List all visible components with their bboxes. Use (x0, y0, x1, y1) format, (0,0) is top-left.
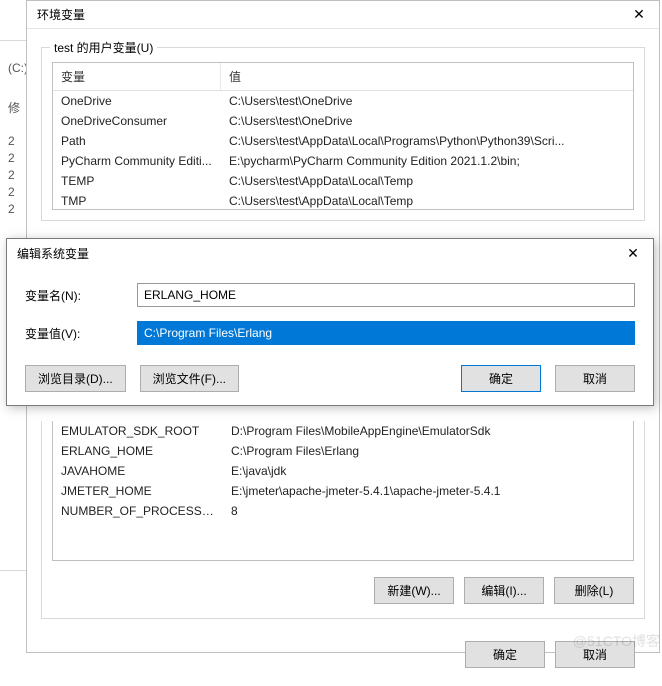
cell-value: E:\java\jdk (223, 461, 633, 481)
new-button[interactable]: 新建(W)... (374, 577, 454, 604)
cell-name: TMP (53, 191, 221, 210)
bg-text: 2 (8, 185, 26, 199)
cell-name: EMULATOR_SDK_ROOT (53, 421, 223, 441)
table-row[interactable]: JAVAHOMEE:\java\jdk (53, 461, 633, 481)
cell-value: C:\Users\test\OneDrive (221, 111, 633, 131)
browse-directory-button[interactable]: 浏览目录(D)... (25, 365, 126, 392)
cell-value: C:\Users\test\AppData\Local\Programs\Pyt… (221, 131, 633, 151)
watermark: @51CTO博客 (573, 631, 660, 651)
cell-name: Path (53, 131, 221, 151)
table-row[interactable]: TMPC:\Users\test\AppData\Local\Temp (53, 191, 633, 210)
bg-text: 2 (8, 134, 26, 148)
cancel-button[interactable]: 取消 (555, 365, 635, 392)
cell-name: NUMBER_OF_PROCESSORS (53, 501, 223, 521)
bg-text: 2 (8, 151, 26, 165)
cell-value: C:\Program Files\Erlang (223, 441, 633, 461)
bg-text: (C:) (8, 61, 26, 75)
table-row[interactable]: NUMBER_OF_PROCESSORS8 (53, 501, 633, 521)
browse-file-button[interactable]: 浏览文件(F)... (140, 365, 239, 392)
edit-system-variable-dialog: 编辑系统变量 ✕ 变量名(N): 变量值(V): 浏览目录(D)... 浏览文件… (6, 238, 654, 406)
variable-name-input[interactable] (137, 283, 635, 307)
column-header-value[interactable]: 值 (221, 63, 633, 90)
cell-value: C:\Users\test\OneDrive (221, 91, 633, 111)
cell-name: PyCharm Community Editi... (53, 151, 221, 171)
variable-value-input[interactable] (137, 321, 635, 345)
cell-value: C:\Users\test\AppData\Local\Temp (221, 171, 633, 191)
close-icon[interactable]: ✕ (613, 239, 653, 267)
table-row[interactable]: ERLANG_HOMEC:\Program Files\Erlang (53, 441, 633, 461)
titlebar[interactable]: 环境变量 ✕ (27, 1, 659, 29)
system-variables-table[interactable]: EMULATOR_SDK_ROOTD:\Program Files\Mobile… (52, 421, 634, 561)
table-row[interactable]: OneDriveConsumerC:\Users\test\OneDrive (53, 111, 633, 131)
variable-value-label: 变量值(V): (25, 325, 137, 342)
cell-name: TEMP (53, 171, 221, 191)
table-row[interactable]: PyCharm Community Editi...E:\pycharm\PyC… (53, 151, 633, 171)
cell-value: D:\Program Files\MobileAppEngine\Emulato… (223, 421, 633, 441)
table-row[interactable]: TEMPC:\Users\test\AppData\Local\Temp (53, 171, 633, 191)
delete-button[interactable]: 删除(L) (554, 577, 634, 604)
titlebar[interactable]: 编辑系统变量 ✕ (7, 239, 653, 267)
cell-name: OneDrive (53, 91, 221, 111)
bg-text: 修 (8, 99, 26, 116)
user-variables-group: test 的用户变量(U) 变量 值 OneDriveC:\Users\test… (41, 47, 645, 221)
group-legend: test 的用户变量(U) (50, 39, 157, 56)
table-row[interactable]: PathC:\Users\test\AppData\Local\Programs… (53, 131, 633, 151)
table-row[interactable]: OneDriveC:\Users\test\OneDrive (53, 91, 633, 111)
cell-name: OneDriveConsumer (53, 111, 221, 131)
variable-name-label: 变量名(N): (25, 287, 137, 304)
cell-value: E:\pycharm\PyCharm Community Edition 202… (221, 151, 633, 171)
ok-button[interactable]: 确定 (465, 641, 545, 668)
background-strip: (C:) 修 2 2 2 2 2 (0, 50, 26, 250)
column-header-name[interactable]: 变量 (53, 63, 221, 90)
system-variables-group: EMULATOR_SDK_ROOTD:\Program Files\Mobile… (41, 421, 645, 619)
cell-name: JAVAHOME (53, 461, 223, 481)
table-row[interactable]: EMULATOR_SDK_ROOTD:\Program Files\Mobile… (53, 421, 633, 441)
dialog-title: 环境变量 (37, 6, 619, 23)
user-variables-table[interactable]: 变量 值 OneDriveC:\Users\test\OneDriveOneDr… (52, 62, 634, 210)
cell-value: 8 (223, 501, 633, 521)
cell-value: C:\Users\test\AppData\Local\Temp (221, 191, 633, 210)
bg-text: 2 (8, 168, 26, 182)
dialog-title: 编辑系统变量 (17, 245, 613, 262)
cell-name: JMETER_HOME (53, 481, 223, 501)
edit-button[interactable]: 编辑(I)... (464, 577, 544, 604)
close-icon[interactable]: ✕ (619, 1, 659, 29)
ok-button[interactable]: 确定 (461, 365, 541, 392)
bg-text: 2 (8, 202, 26, 216)
cell-name: ERLANG_HOME (53, 441, 223, 461)
cell-value: E:\jmeter\apache-jmeter-5.4.1\apache-jme… (223, 481, 633, 501)
table-row[interactable]: JMETER_HOMEE:\jmeter\apache-jmeter-5.4.1… (53, 481, 633, 501)
